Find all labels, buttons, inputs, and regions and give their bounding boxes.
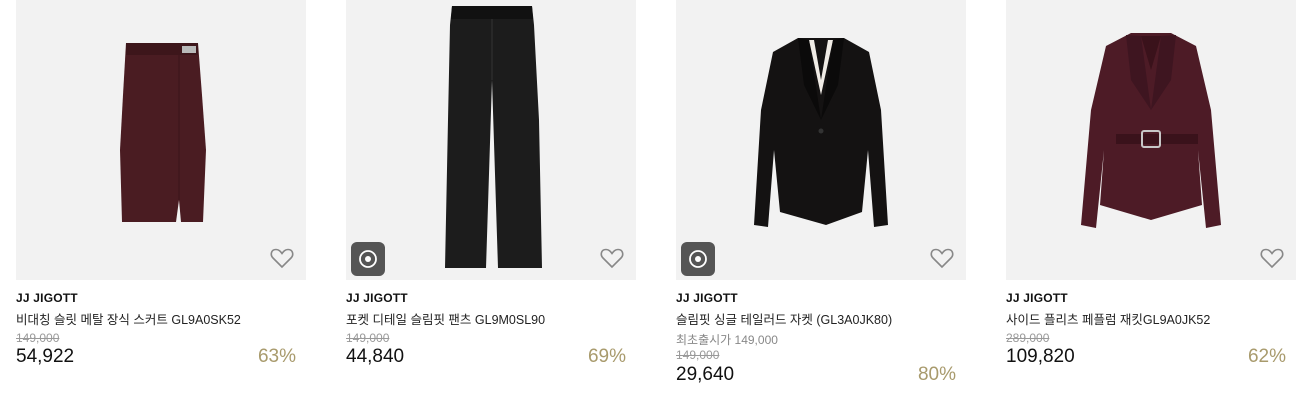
product-card[interactable]: JJ JIGOTT 사이드 플리츠 페플럼 재킷GL9A0JK52 289,00… xyxy=(1006,0,1296,412)
sale-price: 29,640 xyxy=(676,364,735,385)
wishlist-heart-icon[interactable] xyxy=(1258,244,1286,272)
discount-rate: 63% xyxy=(257,346,296,367)
brand-name[interactable]: JJ JIGOTT xyxy=(676,291,738,305)
original-price: 289,000 xyxy=(1006,331,1050,345)
video-icon[interactable] xyxy=(681,242,715,276)
wishlist-heart-icon[interactable] xyxy=(928,244,956,272)
sale-price: 44,840 xyxy=(346,346,405,367)
discount-rate: 69% xyxy=(587,346,626,367)
product-image[interactable] xyxy=(676,0,966,280)
sale-price: 109,820 xyxy=(1006,346,1075,367)
product-name[interactable]: 슬림핏 싱글 테일러드 자켓 (GL3A0JK80) xyxy=(676,309,892,328)
brand-name[interactable]: JJ JIGOTT xyxy=(16,291,78,305)
first-release-price: 최초출시가 149,000 xyxy=(676,333,778,347)
video-icon[interactable] xyxy=(351,242,385,276)
brand-name[interactable]: JJ JIGOTT xyxy=(346,291,408,305)
wishlist-heart-icon[interactable] xyxy=(268,244,296,272)
pants-image xyxy=(445,6,542,268)
brand-name[interactable]: JJ JIGOTT xyxy=(1006,291,1068,305)
product-card[interactable]: JJ JIGOTT 비대칭 슬릿 메탈 장식 스커트 GL9A0SK52 149… xyxy=(16,0,306,412)
product-image[interactable] xyxy=(1006,0,1296,280)
wishlist-heart-icon[interactable] xyxy=(598,244,626,272)
product-image[interactable] xyxy=(346,0,636,280)
product-image[interactable] xyxy=(16,0,306,280)
jacket-image xyxy=(1081,33,1221,228)
skirt-image xyxy=(120,43,206,222)
original-price: 149,000 xyxy=(346,331,390,345)
sale-price: 54,922 xyxy=(16,346,75,367)
product-card[interactable]: JJ JIGOTT 슬림핏 싱글 테일러드 자켓 (GL3A0JK80) 최초출… xyxy=(676,0,966,412)
product-card[interactable]: JJ JIGOTT 포켓 디테일 슬림핏 팬츠 GL9M0SL90 149,00… xyxy=(346,0,636,412)
jacket-image xyxy=(754,38,888,227)
original-price: 149,000 xyxy=(16,331,60,345)
original-price: 149,000 xyxy=(676,348,720,362)
product-name[interactable]: 비대칭 슬릿 메탈 장식 스커트 GL9A0SK52 xyxy=(16,309,241,328)
discount-rate: 62% xyxy=(1247,346,1286,367)
product-name[interactable]: 사이드 플리츠 페플럼 재킷GL9A0JK52 xyxy=(1006,309,1210,328)
product-name[interactable]: 포켓 디테일 슬림핏 팬츠 GL9M0SL90 xyxy=(346,309,545,328)
discount-rate: 80% xyxy=(917,364,956,385)
